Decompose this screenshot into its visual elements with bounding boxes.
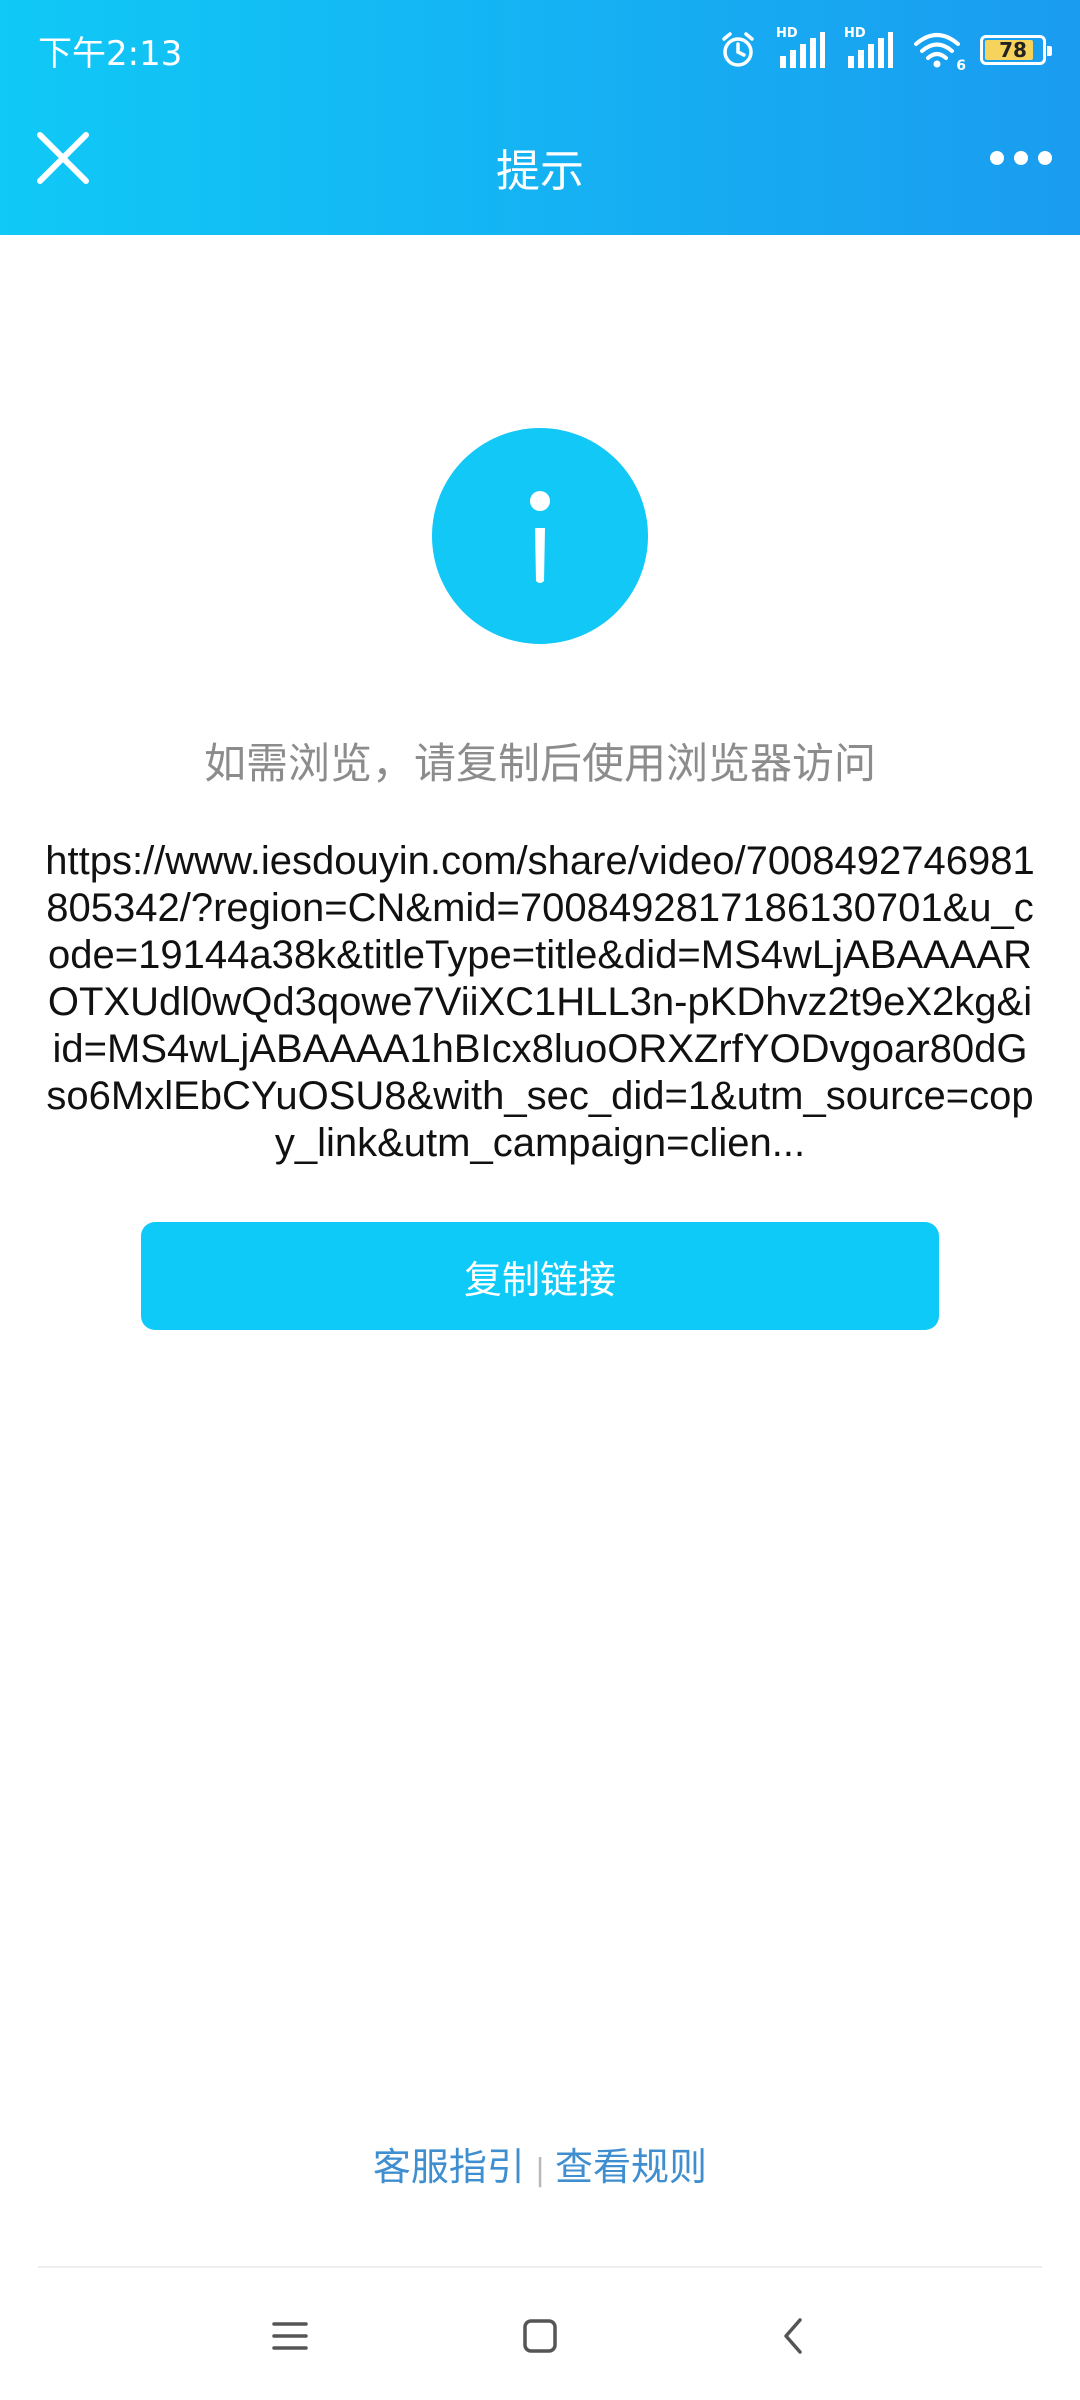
nav-bar: 提示: [0, 95, 1080, 235]
home-square-icon: [523, 2319, 557, 2353]
status-time: 下午2:13: [38, 34, 183, 74]
status-bar: 下午2:13 HD HD 6 78: [0, 0, 1080, 95]
back-button[interactable]: [766, 2308, 822, 2364]
menu-icon: [272, 2322, 308, 2350]
customer-service-link[interactable]: 客服指引: [373, 2145, 525, 2189]
signal-icon-1: HD: [776, 26, 826, 70]
footer-divider: [38, 2266, 1042, 2268]
system-navigation-bar: [0, 2290, 1080, 2380]
wifi-icon: 6: [912, 30, 966, 74]
recent-apps-button[interactable]: [262, 2308, 318, 2364]
share-url-text: https://www.iesdouyin.com/share/video/70…: [45, 839, 1035, 1165]
info-icon: [432, 428, 648, 644]
copy-link-button[interactable]: 复制链接: [141, 1222, 939, 1330]
header: 下午2:13 HD HD 6 78 提示: [0, 0, 1080, 235]
battery-icon: 78: [980, 35, 1052, 65]
alarm-icon: [722, 32, 754, 67]
wifi-label: 6: [956, 58, 966, 74]
more-button[interactable]: [986, 133, 1056, 183]
hint-text: 如需浏览，请复制后使用浏览器访问: [203, 739, 876, 788]
status-icons: HD HD 6 78: [718, 26, 1052, 74]
footer-separator: |: [534, 2153, 546, 2188]
back-chevron-icon: [784, 2318, 802, 2354]
page-title: 提示: [496, 146, 584, 197]
view-rules-link[interactable]: 查看规则: [555, 2145, 707, 2189]
more-dots-icon: [990, 151, 1052, 165]
battery-level: 78: [999, 38, 1027, 62]
screen: 下午2:13 HD HD 6 78 提示 如需浏览，请复制后使用浏览器访问 ht…: [0, 0, 1080, 2400]
signal-icon-2: HD: [844, 26, 894, 70]
footer-links: 客服指引 | 查看规则: [0, 2136, 1080, 2191]
home-button[interactable]: [512, 2308, 568, 2364]
